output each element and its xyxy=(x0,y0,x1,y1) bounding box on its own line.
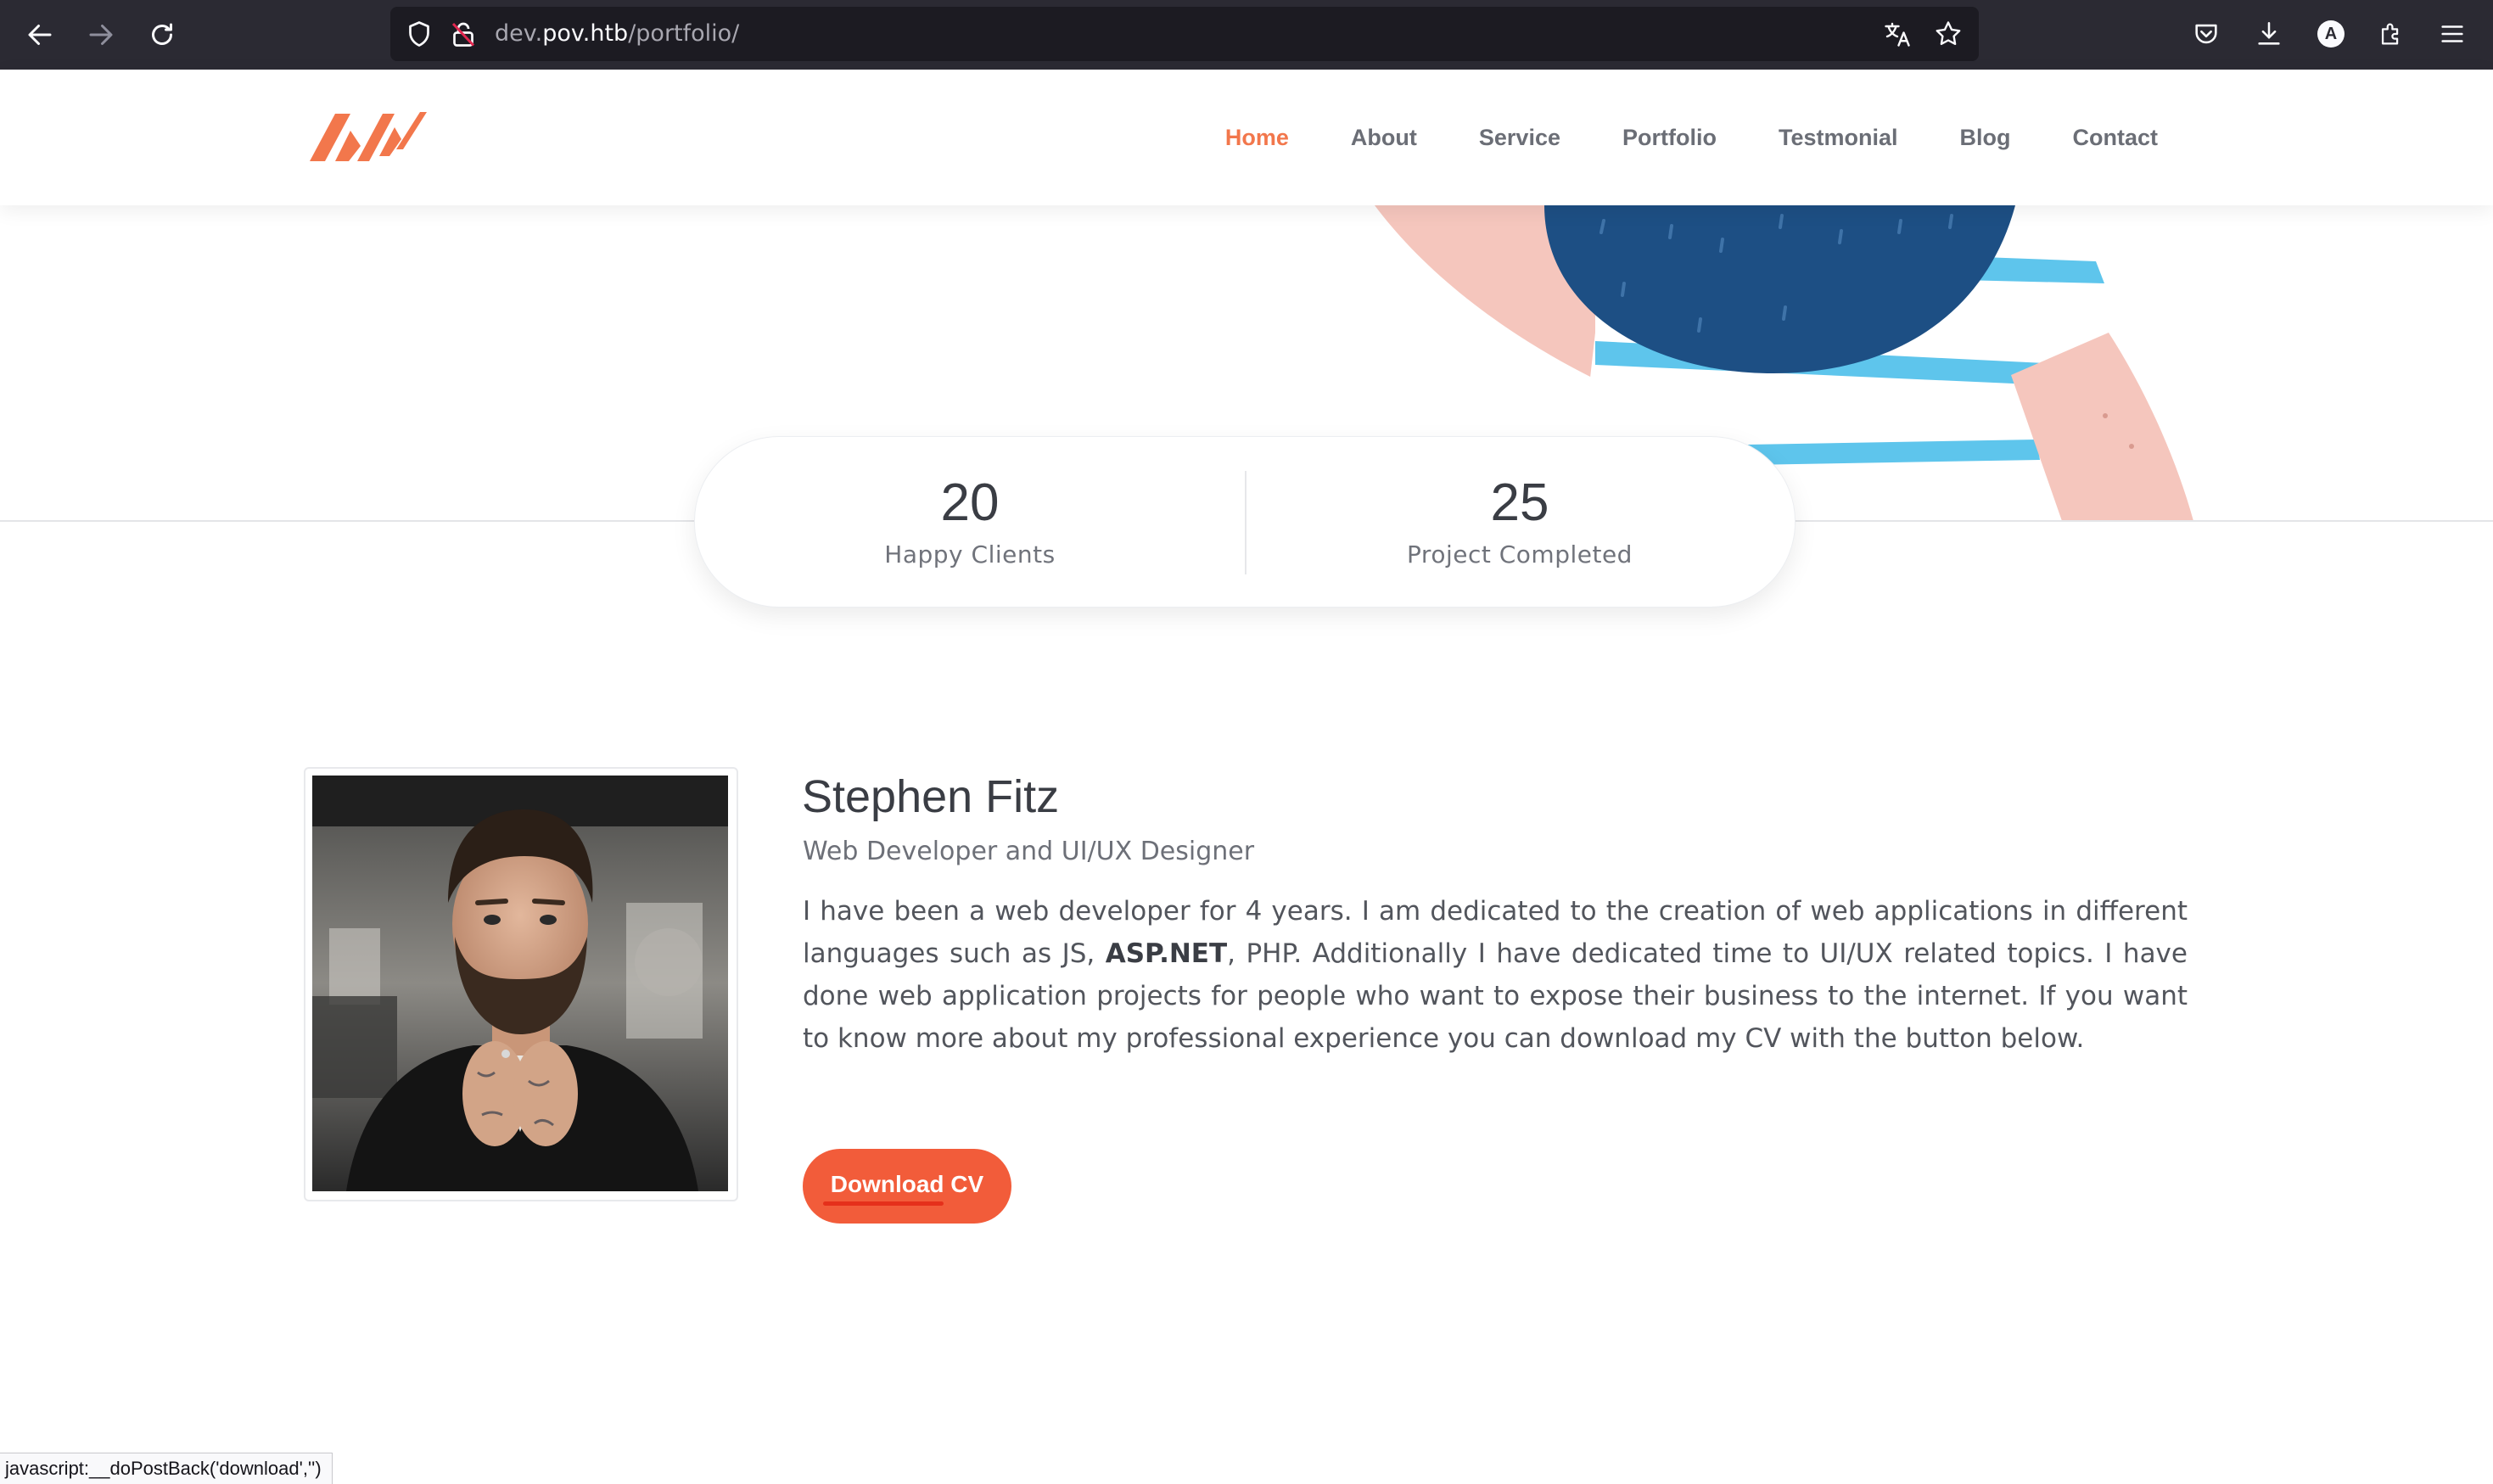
back-button[interactable] xyxy=(19,14,61,56)
url-host-prefix: dev. xyxy=(495,20,543,47)
stat-number: 25 xyxy=(1490,473,1549,532)
bookmark-star-icon[interactable] xyxy=(1933,19,1964,49)
stat-number: 20 xyxy=(940,473,1000,532)
profile-bio: I have been a web developer for 4 years.… xyxy=(803,890,2188,1060)
arrow-left-icon xyxy=(28,25,52,45)
nav-contact[interactable]: Contact xyxy=(2073,125,2159,151)
pocket-button[interactable] xyxy=(2189,17,2223,51)
stat-happy-clients: 20 Happy Clients xyxy=(695,437,1245,607)
download-cv-label: Download CV xyxy=(830,1171,984,1197)
download-cv-button[interactable]: Download CV xyxy=(803,1149,1011,1224)
stats-card: 20 Happy Clients 25 Project Completed xyxy=(694,436,1796,608)
app-menu-button[interactable] xyxy=(2435,17,2469,51)
extensions-button[interactable] xyxy=(2374,17,2408,51)
logo-icon xyxy=(310,112,427,161)
nav-portfolio[interactable]: Portfolio xyxy=(1622,125,1717,151)
stat-projects-completed: 25 Project Completed xyxy=(1245,437,1795,607)
nav-about[interactable]: About xyxy=(1351,125,1417,151)
account-button[interactable]: A xyxy=(2314,17,2348,51)
url-path: /portfolio/ xyxy=(628,20,740,47)
profile-photo-frame xyxy=(304,767,738,1201)
downloads-button[interactable] xyxy=(2252,17,2286,51)
pocket-icon xyxy=(2195,24,2217,44)
nav-service[interactable]: Service xyxy=(1479,125,1560,151)
status-bar-link-preview: javascript:__doPostBack('download','') xyxy=(0,1453,333,1484)
nav-testimonial[interactable]: Testmonial xyxy=(1779,125,1898,151)
reload-button[interactable] xyxy=(141,14,183,56)
main-nav: Home About Service Portfolio Testmonial … xyxy=(1163,70,2158,205)
bio-bold-text: ASP.NET xyxy=(1105,938,1228,969)
download-icon xyxy=(2258,21,2280,45)
insecure-lock-icon[interactable] xyxy=(448,19,479,49)
translate-icon[interactable] xyxy=(1882,19,1913,49)
browser-toolbar: dev.pov.htb/portfolio/ A xyxy=(0,0,2493,70)
site-header: Home About Service Portfolio Testmonial … xyxy=(0,70,2493,205)
shield-icon[interactable] xyxy=(404,19,434,49)
nav-home[interactable]: Home xyxy=(1225,125,1289,151)
profile-name: Stephen Fitz xyxy=(802,771,1060,822)
address-bar[interactable]: dev.pov.htb/portfolio/ xyxy=(390,7,1979,61)
portrait-image xyxy=(312,776,728,1191)
site-logo[interactable] xyxy=(301,105,429,170)
url-text[interactable]: dev.pov.htb/portfolio/ xyxy=(495,17,739,51)
profile-photo xyxy=(312,776,728,1191)
arrow-right-icon xyxy=(89,25,113,45)
stat-label: Happy Clients xyxy=(884,540,1056,568)
link-hover-underline xyxy=(823,1201,944,1206)
profile-role: Web Developer and UI/UX Designer xyxy=(803,837,1255,866)
hamburger-menu-icon xyxy=(2441,25,2463,42)
reload-icon xyxy=(152,23,172,45)
nav-blog[interactable]: Blog xyxy=(1960,125,2011,151)
url-host: pov.htb xyxy=(542,20,629,47)
forward-button[interactable] xyxy=(80,14,122,56)
puzzle-icon xyxy=(2381,23,2399,45)
account-avatar: A xyxy=(2317,20,2345,48)
stat-label: Project Completed xyxy=(1407,540,1633,568)
